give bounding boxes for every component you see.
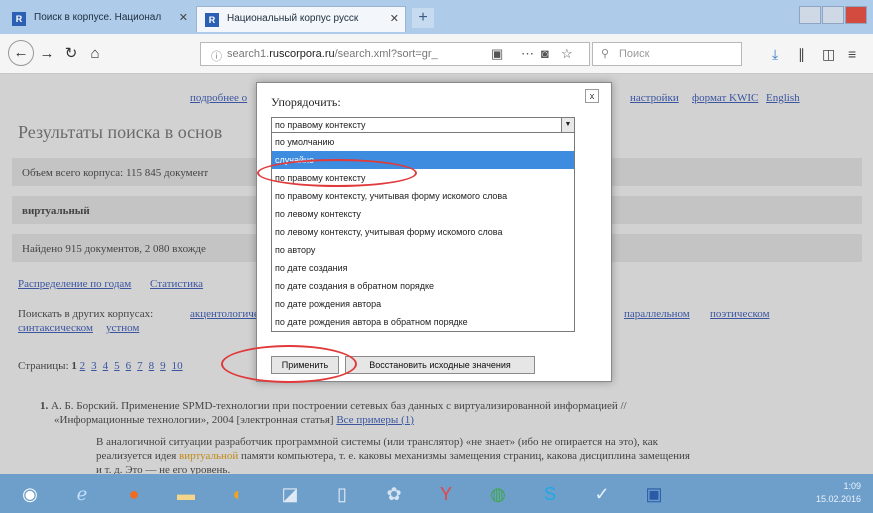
selected-value: по правому контексту [275, 120, 366, 130]
app-icon[interactable]: ✓ [582, 478, 622, 510]
page-link[interactable]: 3 [91, 360, 97, 372]
link-parallel-corpus[interactable]: параллельном [624, 308, 690, 320]
page-link[interactable]: 4 [103, 360, 109, 372]
page-link[interactable]: 9 [160, 360, 166, 372]
highlighted-word: виртуальной [179, 450, 239, 462]
page-title: Результаты поиска в основ [18, 122, 223, 142]
sort-select[interactable]: по правому контексту ▼ [271, 117, 575, 133]
page-link[interactable]: 8 [149, 360, 155, 372]
link-more[interactable]: подробнее о [190, 92, 247, 104]
tab-national-corpus[interactable]: R Национальный корпус русск ✕ [196, 6, 406, 32]
site-icon: R [205, 13, 219, 27]
reset-button[interactable]: Восстановить исходные значения [345, 356, 535, 374]
link-statistics[interactable]: Статистика [150, 278, 203, 290]
forward-arrow-icon[interactable]: → [36, 43, 58, 65]
tab-search-corpus[interactable]: R Поиск в корпусе. Национал ✕ [4, 6, 194, 32]
app-icon[interactable]: ▯ [322, 478, 362, 510]
clock-date: 15.02.2016 [815, 494, 861, 504]
back-arrow-icon[interactable]: ← [8, 40, 34, 66]
snippet-line: и т. д. Это — не его уровень. [96, 464, 231, 474]
annotation-circle [221, 345, 357, 383]
page-link[interactable]: 7 [137, 360, 143, 372]
navigation-bar: ← → ↻ ⌂ ⓘ search1.ruscorpora.ru/search.x… [0, 34, 873, 74]
link-poetic-corpus[interactable]: поэтическом [710, 308, 770, 320]
search-placeholder: Поиск [619, 48, 650, 60]
sort-option-left-context-form[interactable]: по левому контексту, учитывая форму иско… [272, 223, 574, 241]
page-current: 1 [71, 360, 77, 372]
info-icon[interactable]: ⓘ [211, 48, 222, 64]
link-spoken-corpus[interactable]: устном [106, 322, 139, 334]
link-settings[interactable]: настройки [630, 92, 679, 104]
sort-option-default[interactable]: по умолчанию [272, 133, 574, 151]
app-icon[interactable]: ✿ [374, 478, 414, 510]
maximize-button[interactable] [822, 6, 844, 24]
link-kwic[interactable]: формат KWIC [692, 92, 758, 104]
url-text: search1.ruscorpora.ru/search.xml?sort=gr… [227, 48, 438, 60]
ie-icon[interactable]: ℯ [62, 478, 102, 510]
sort-option-right-context-form[interactable]: по правому контексту, учитывая форму иск… [272, 187, 574, 205]
app-icon[interactable]: ◪ [270, 478, 310, 510]
link-english[interactable]: English [766, 92, 800, 104]
dialog-title: Упорядочить: [271, 95, 341, 109]
tab-title: Поиск в корпусе. Национал [34, 12, 162, 23]
chrome-icon[interactable]: ◍ [478, 478, 518, 510]
minimize-button[interactable] [799, 6, 821, 24]
tab-bar: R Поиск в корпусе. Национал ✕ R Национал… [0, 0, 873, 34]
yandex-icon[interactable]: Y [426, 478, 466, 510]
bookmark-star-icon[interactable]: ☆ [561, 46, 573, 62]
explorer-icon[interactable]: ▬ [166, 478, 206, 510]
sidebar-icon[interactable]: ◫ [822, 46, 835, 63]
site-icon: R [12, 12, 26, 26]
sort-option-author-birth[interactable]: по дате рождения автора [272, 295, 574, 313]
reader-view-icon[interactable]: ▣ [491, 46, 503, 62]
media-icon[interactable]: ◐ [218, 478, 258, 510]
firefox-icon[interactable]: ● [114, 478, 154, 510]
page-link[interactable]: 10 [172, 360, 183, 372]
save-icon[interactable]: ▣ [634, 478, 674, 510]
window-controls [799, 6, 867, 24]
tab-title: Национальный корпус русск [227, 13, 359, 24]
clock-time: 1:09 [843, 481, 861, 491]
sort-option-left-context[interactable]: по левому контексту [272, 205, 574, 223]
search-box[interactable]: ⚲ Поиск [592, 42, 742, 66]
sort-option-date-reverse[interactable]: по дате создания в обратном порядке [272, 277, 574, 295]
chevron-down-icon[interactable]: ▼ [561, 118, 574, 132]
reload-icon[interactable]: ↻ [60, 43, 82, 65]
skype-icon[interactable]: S [530, 478, 570, 510]
search-other-label: Поискать в других корпусах: [18, 308, 154, 320]
download-icon[interactable]: ⤓ [772, 46, 778, 63]
close-icon[interactable]: ✕ [390, 12, 399, 25]
pagination: Страницы: 1 2 3 4 5 6 7 8 9 10 [18, 360, 183, 372]
page-link[interactable]: 6 [126, 360, 132, 372]
link-all-examples[interactable]: Все примеры (1) [336, 414, 414, 426]
close-icon[interactable]: x [585, 89, 599, 103]
sort-option-author[interactable]: по автору [272, 241, 574, 259]
link-syntax-corpus[interactable]: синтаксическом [18, 322, 93, 334]
library-icon[interactable]: ∥ [798, 46, 805, 63]
result-item: 1. А. Б. Борский. Применение SPMD-технол… [40, 400, 627, 412]
annotation-circle [257, 159, 417, 187]
start-icon[interactable]: ◉ [10, 478, 50, 510]
link-year-distribution[interactable]: Распределение по годам [18, 278, 131, 290]
sort-option-author-birth-reverse[interactable]: по дате рождения автора в обратном поряд… [272, 313, 574, 331]
page-link[interactable]: 5 [114, 360, 120, 372]
taskbar: ◉ ℯ ● ▬ ◐ ◪ ▯ ✿ Y ◍ S ✓ ▣ 1:09 15.02.201… [0, 474, 873, 513]
snippet-line: реализуется идея виртуальной памяти комп… [96, 450, 690, 462]
system-clock: 1:09 15.02.2016 [816, 480, 861, 506]
pocket-icon[interactable]: ◙ [541, 46, 549, 61]
url-bar[interactable]: ⓘ search1.ruscorpora.ru/search.xml?sort=… [200, 42, 590, 66]
window-close-button[interactable] [845, 6, 867, 24]
sort-dialog: Упорядочить: x по правому контексту ▼ по… [221, 82, 612, 383]
close-icon[interactable]: ✕ [179, 11, 188, 24]
menu-icon[interactable]: ≡ [848, 46, 856, 62]
home-icon[interactable]: ⌂ [84, 43, 106, 65]
more-icon[interactable]: ⋯ [521, 46, 534, 62]
new-tab-button[interactable]: + [412, 8, 434, 28]
search-icon: ⚲ [601, 48, 610, 60]
sort-option-date[interactable]: по дате создания [272, 259, 574, 277]
snippet-line: В аналогичной ситуации разработчик прогр… [96, 436, 658, 448]
result-source: «Информационные технологии», 2004 [элект… [54, 414, 414, 426]
page-link[interactable]: 2 [80, 360, 86, 372]
